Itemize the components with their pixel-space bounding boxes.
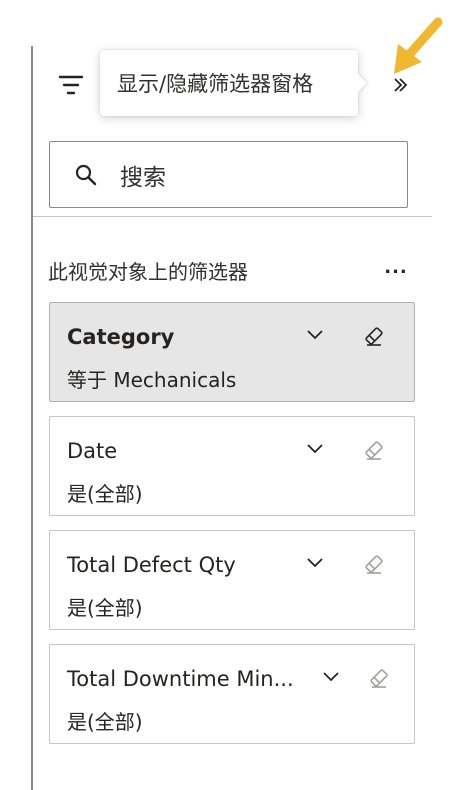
clear-filter-eraser-icon[interactable] xyxy=(368,667,390,689)
more-options-button[interactable]: ... xyxy=(382,254,410,282)
filter-card-title: Total Defect Qty xyxy=(67,553,236,577)
chevron-down-icon[interactable] xyxy=(305,441,325,457)
section-title: 此视觉对象上的筛选器 xyxy=(48,260,248,284)
filter-card-date[interactable]: Date 是(全部) xyxy=(49,416,415,516)
clear-filter-eraser-icon[interactable] xyxy=(363,325,385,347)
filter-card-condition: 是(全部) xyxy=(67,482,143,506)
filter-card-total-defect-qty[interactable]: Total Defect Qty 是(全部) xyxy=(49,530,415,630)
filter-card-title: Date xyxy=(67,439,118,463)
tooltip-text: 显示/隐藏筛选器窗格 xyxy=(117,72,314,96)
filter-card-condition: 是(全部) xyxy=(67,596,143,620)
search-placeholder: 搜索 xyxy=(120,164,166,191)
pane-left-border xyxy=(31,46,33,790)
clear-filter-eraser-icon[interactable] xyxy=(363,553,385,575)
divider xyxy=(33,216,432,217)
annotation-arrow-icon xyxy=(394,17,443,74)
filter-card-condition: 等于 Mechanicals xyxy=(67,368,237,392)
filter-card-title: Category xyxy=(67,325,175,349)
tooltip-show-hide-filter-pane: 显示/隐藏筛选器窗格 xyxy=(100,50,358,116)
search-input[interactable]: 搜索 xyxy=(49,141,408,208)
filter-card-title: Total Downtime Min... xyxy=(67,667,294,691)
double-chevron-right-icon xyxy=(394,78,408,92)
filter-card-condition: 是(全部) xyxy=(67,710,143,734)
search-icon xyxy=(75,164,97,185)
filter-card-total-downtime-min[interactable]: Total Downtime Min... 是(全部) xyxy=(49,644,415,744)
clear-filter-eraser-icon[interactable] xyxy=(363,439,385,461)
chevron-down-icon[interactable] xyxy=(305,327,325,343)
filter-card-category[interactable]: Category 等于 Mechanicals xyxy=(49,302,415,402)
filter-lines-icon[interactable] xyxy=(58,72,84,98)
chevron-down-icon[interactable] xyxy=(321,669,341,685)
chevron-down-icon[interactable] xyxy=(305,555,325,571)
